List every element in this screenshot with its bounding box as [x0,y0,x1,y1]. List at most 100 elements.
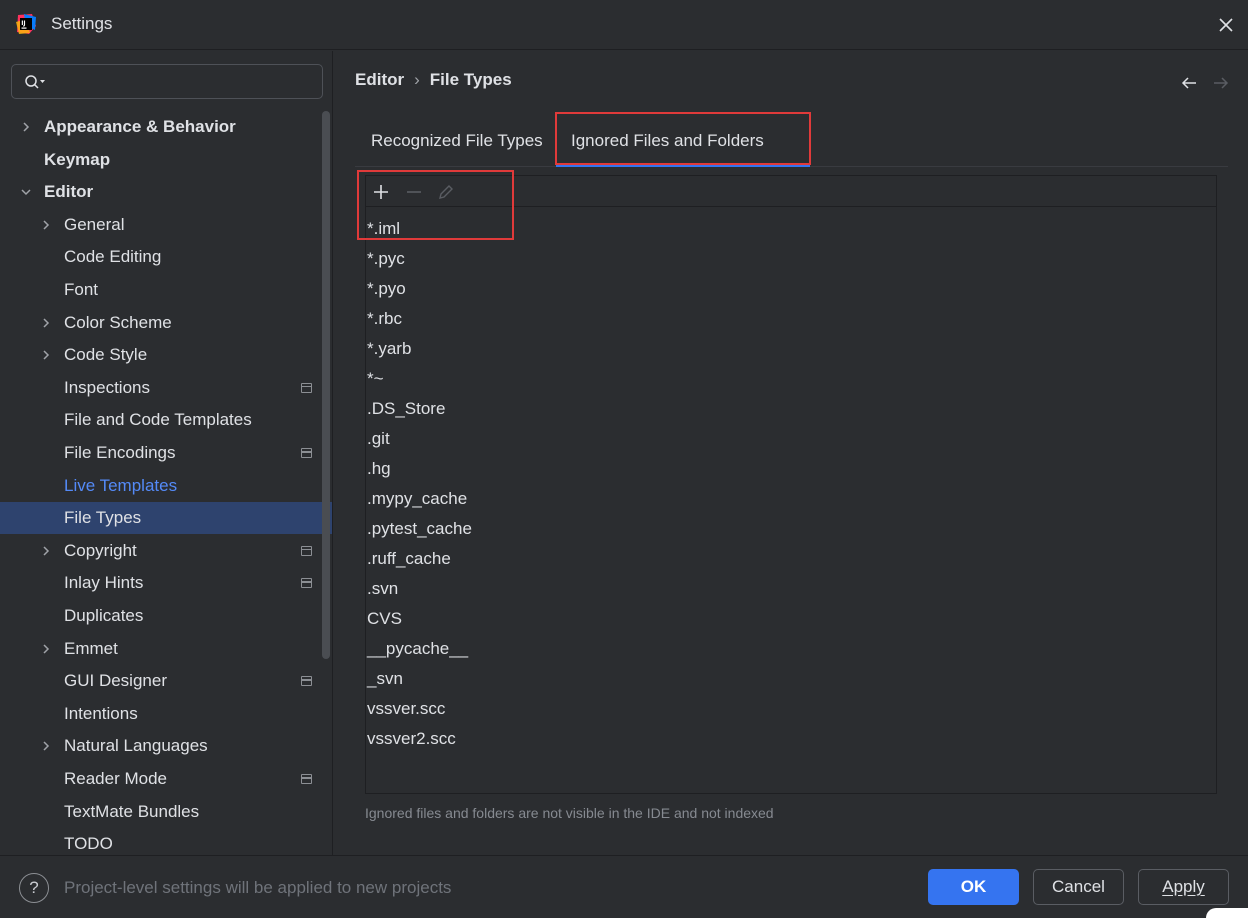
chevron-right-icon[interactable] [40,740,52,752]
sidebar-item-label: Live Templates [64,475,178,495]
sidebar-item-label: Code Editing [64,247,162,267]
settings-sidebar: Appearance & Behavior Keymap Editor General… [0,51,333,855]
list-item[interactable]: _svn [367,664,1215,694]
sidebar-item-copyright[interactable]: Copyright [0,535,332,567]
sidebar-item-label: GUI Designer [64,671,167,691]
chevron-right-icon[interactable] [40,349,52,361]
sidebar-item-label: File and Code Templates [64,410,252,430]
list-item[interactable]: *~ [367,364,1215,394]
sidebar-item-duplicates[interactable]: Duplicates [0,600,332,632]
tab-recognized-file-types[interactable]: Recognized File Types [371,121,543,165]
window-corner [1206,908,1248,918]
sidebar-item-file-encodings[interactable]: File Encodings [0,437,332,469]
list-item[interactable]: .pytest_cache [367,514,1215,544]
breadcrumb: Editor › File Types [355,70,512,90]
sidebar-item-label: Inspections [64,377,150,397]
ignored-list-panel: *.iml *.pyc *.pyo *.rbc *.yarb *~ .DS_Store .gi… [365,175,1217,794]
chevron-right-icon[interactable] [40,545,52,557]
project-scope-icon [301,382,312,393]
list-item[interactable]: *.rbc [367,304,1215,334]
sidebar-item-editor[interactable]: Editor [0,176,332,208]
breadcrumb-current: File Types [429,70,512,89]
project-scope-icon [301,448,312,458]
list-item[interactable]: .git [367,424,1215,454]
sidebar-item-font[interactable]: Font [0,274,332,306]
sidebar-item-color-scheme[interactable]: Color Scheme [0,307,332,339]
list-item[interactable]: *.yarb [367,334,1215,364]
sidebar-item-label: File Types [64,508,142,528]
list-item[interactable]: .DS_Store [367,394,1215,424]
dialog-footer: ? Project-level settings will be applied… [0,855,1248,918]
chevron-right-icon[interactable] [40,317,52,329]
help-button[interactable]: ? [19,873,49,903]
sidebar-item-file-and-code-templates[interactable]: File and Code Templates [0,404,332,436]
sidebar-item-appearance-behavior[interactable]: Appearance & Behavior [0,111,332,143]
sidebar-item-inspections[interactable]: Inspections [0,372,332,404]
project-scope-icon [301,578,312,589]
sidebar-item-inlay-hints[interactable]: Inlay Hints [0,567,332,599]
sidebar-item-intentions[interactable]: Intentions [0,698,332,730]
ok-button[interactable]: OK [928,869,1019,905]
list-item[interactable]: .hg [367,454,1215,484]
highlight-box-tab [555,112,811,165]
list-item[interactable]: CVS [367,604,1215,634]
chevron-right-icon[interactable] [40,643,52,655]
cancel-button[interactable]: Cancel [1033,869,1124,905]
sidebar-scrollbar[interactable] [322,111,330,659]
apply-button[interactable]: Apply [1138,869,1229,905]
project-scope-icon [301,545,312,556]
list-item[interactable]: .mypy_cache [367,484,1215,514]
search-input[interactable] [52,70,314,94]
sidebar-item-code-editing[interactable]: Code Editing [0,241,332,273]
sidebar-item-label: Keymap [44,149,111,169]
hint-text: Ignored files and folders are not visibl… [365,805,774,821]
sidebar-item-label: Color Scheme [64,312,172,332]
list-item[interactable]: .ruff_cache [367,544,1215,574]
search-field[interactable] [11,64,323,99]
chevron-right-icon[interactable] [20,121,32,133]
project-scope-icon [301,774,312,784]
chevron-down-icon[interactable] [20,186,32,198]
list-item[interactable]: vssver.scc [367,694,1215,724]
highlight-box-toolbar [357,170,514,240]
sidebar-item-label: Intentions [64,703,138,723]
sidebar-item-label: Natural Languages [64,736,208,756]
breadcrumb-parent[interactable]: Editor [355,70,404,89]
sidebar-item-code-style[interactable]: Code Style [0,339,332,371]
project-scope-icon [301,676,312,687]
chevron-right-icon[interactable] [40,219,52,231]
sidebar-item-keymap[interactable]: Keymap [0,144,332,176]
sidebar-item-general[interactable]: General [0,209,332,241]
search-icon [25,75,45,89]
sidebar-item-gui-designer[interactable]: GUI Designer [0,665,332,697]
sidebar-item-natural-languages[interactable]: Natural Languages [0,730,332,762]
sidebar-item-live-templates[interactable]: Live Templates [0,470,332,502]
sidebar-item-label: Appearance & Behavior [44,117,236,136]
list-item[interactable]: vssver2.scc [367,724,1215,754]
sidebar-item-reader-mode[interactable]: Reader Mode [0,763,332,795]
close-icon[interactable] [1216,15,1236,35]
main-panel: Editor › File Types Recognized File Types … [334,51,1248,855]
window-title: Settings [51,14,113,33]
sidebar-item-label: Editor [44,182,94,202]
back-arrow-icon[interactable] [1180,75,1198,91]
svg-text:IJ: IJ [21,20,25,27]
forward-arrow-icon [1214,77,1229,89]
sidebar-item-label: Code Style [64,345,148,365]
breadcrumb-separator: › [414,70,420,89]
sidebar-item-emmet[interactable]: Emmet [0,633,332,665]
app-logo-icon: IJ [16,14,36,34]
sidebar-item-label: Copyright [64,540,137,560]
sidebar-item-textmate-bundles[interactable]: TextMate Bundles [0,796,332,828]
list-item[interactable]: *.pyo [367,274,1215,304]
title-bar: IJ Settings [0,0,1248,50]
sidebar-item-label: Font [64,280,99,299]
sidebar-item-label: File Encodings [64,443,176,462]
sidebar-item-file-types[interactable]: File Types [0,502,332,535]
list-item[interactable]: __pycache__ [367,634,1215,664]
sidebar-item-label: TextMate Bundles [64,801,200,821]
sidebar-item-label: General [64,214,125,234]
list-item[interactable]: *.pyc [367,244,1215,274]
sidebar-item-label: Inlay Hints [64,573,144,593]
list-item[interactable]: .svn [367,574,1215,604]
